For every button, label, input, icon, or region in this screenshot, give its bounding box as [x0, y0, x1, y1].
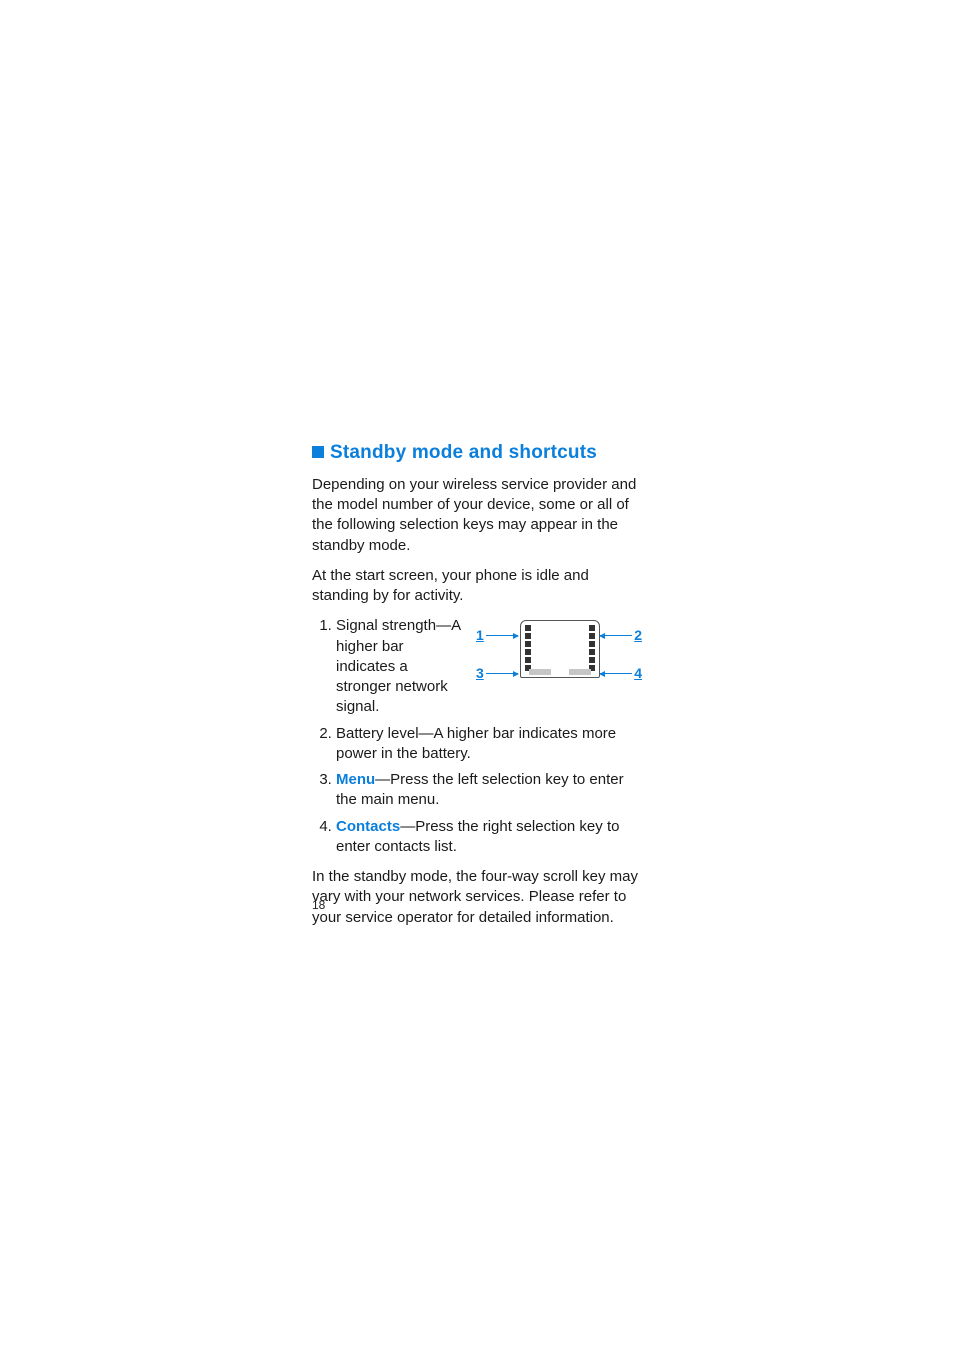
diagram-label-3: 3: [476, 666, 484, 680]
phone-screen-icon: [520, 620, 600, 678]
right-softkey-icon: [569, 669, 591, 675]
list-item-text: Signal strength—A higher bar indicates a…: [336, 617, 460, 715]
list-item: Battery level—A higher bar indicates mor…: [336, 724, 642, 765]
arrow-icon: [600, 673, 632, 674]
document-page: Standby mode and shortcuts Depending on …: [0, 0, 954, 1351]
standby-diagram: 1 2 3 4: [476, 616, 642, 686]
arrow-icon: [486, 673, 518, 674]
outro-paragraph: In the standby mode, the four-way scroll…: [312, 867, 642, 928]
diagram-label-1: 1: [476, 628, 484, 642]
diagram-label-4: 4: [634, 666, 642, 680]
menu-link[interactable]: Menu: [336, 771, 375, 788]
list-item: Menu—Press the left selection key to ent…: [336, 770, 642, 811]
numbered-list: 1 2 3 4: [312, 616, 642, 857]
arrow-icon: [486, 635, 518, 636]
list-item: 1 2 3 4: [336, 616, 642, 717]
section-heading: Standby mode and shortcuts: [312, 442, 642, 465]
left-softkey-icon: [529, 669, 551, 675]
list-item-text: Battery level—A higher bar indicates mor…: [336, 725, 616, 762]
intro-paragraph-2: At the start screen, your phone is idle …: [312, 566, 642, 607]
square-bullet-icon: [312, 446, 324, 458]
page-number: 18: [312, 898, 325, 912]
heading-text: Standby mode and shortcuts: [330, 442, 597, 463]
list-item: Contacts—Press the right selection key t…: [336, 817, 642, 858]
content-column: Standby mode and shortcuts Depending on …: [312, 442, 642, 938]
diagram-label-2: 2: [634, 628, 642, 642]
battery-level-icon: [589, 625, 595, 671]
contacts-link[interactable]: Contacts: [336, 818, 400, 835]
signal-strength-icon: [525, 625, 531, 671]
intro-paragraph-1: Depending on your wireless service provi…: [312, 475, 642, 556]
list-item-text: —Press the left selection key to enter t…: [336, 771, 624, 808]
arrow-icon: [600, 635, 632, 636]
